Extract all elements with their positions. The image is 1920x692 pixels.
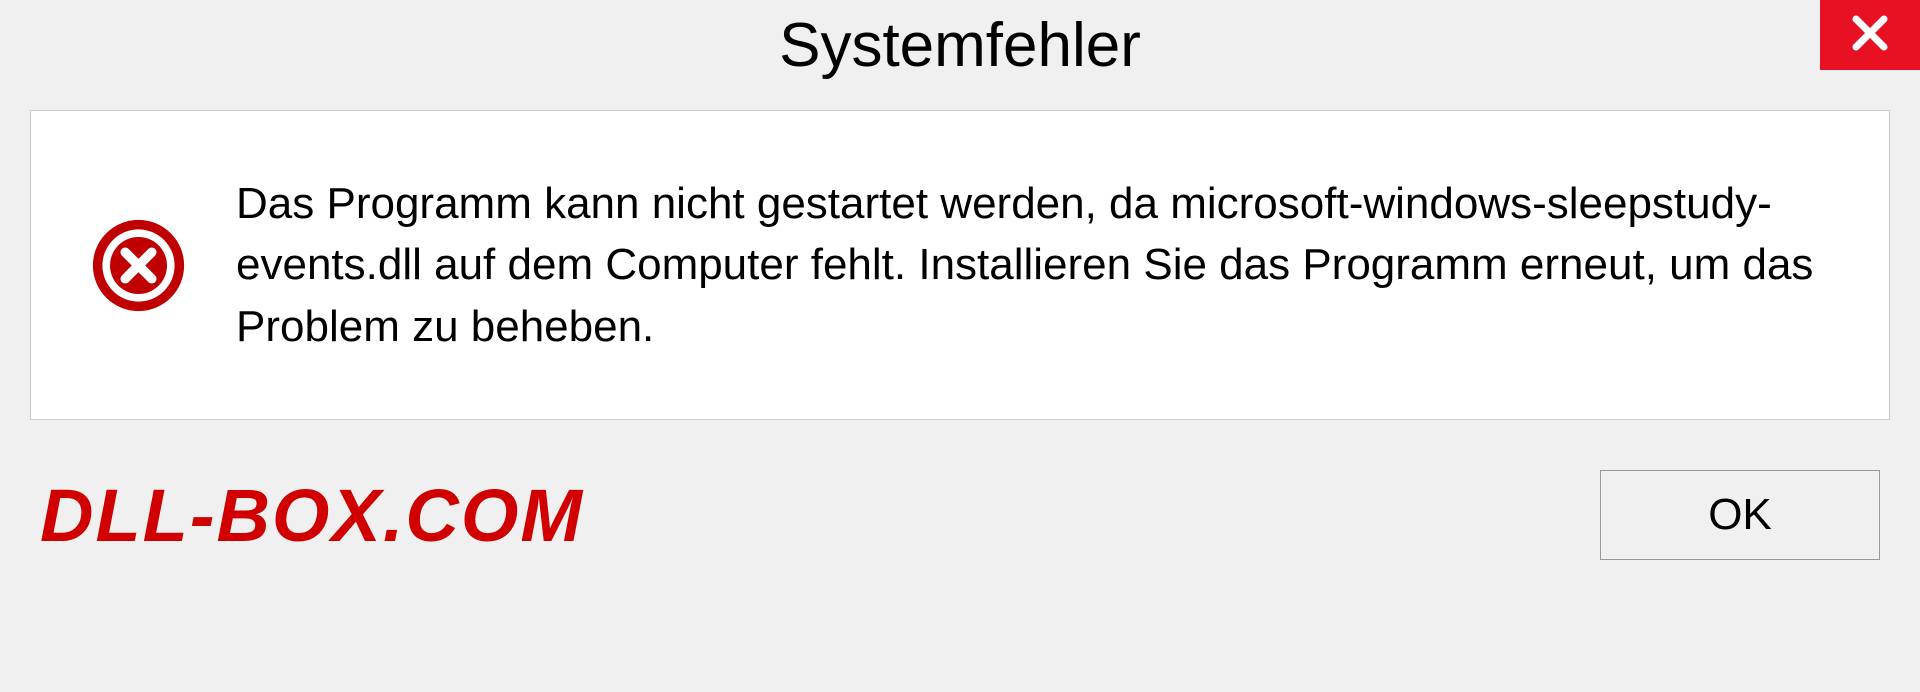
titlebar: Systemfehler (0, 0, 1920, 90)
dialog-footer: DLL-BOX.COM OK (0, 450, 1920, 590)
error-message-text: Das Programm kann nicht gestartet werden… (236, 173, 1839, 358)
dialog-title: Systemfehler (779, 10, 1141, 81)
error-dialog: Systemfehler Das Programm kann nicht ges… (0, 0, 1920, 692)
close-button[interactable] (1820, 0, 1920, 70)
message-panel: Das Programm kann nicht gestartet werden… (30, 110, 1890, 420)
close-icon (1846, 9, 1894, 62)
ok-button[interactable]: OK (1600, 470, 1880, 560)
watermark-text: DLL-BOX.COM (40, 473, 584, 558)
error-icon (91, 218, 186, 313)
